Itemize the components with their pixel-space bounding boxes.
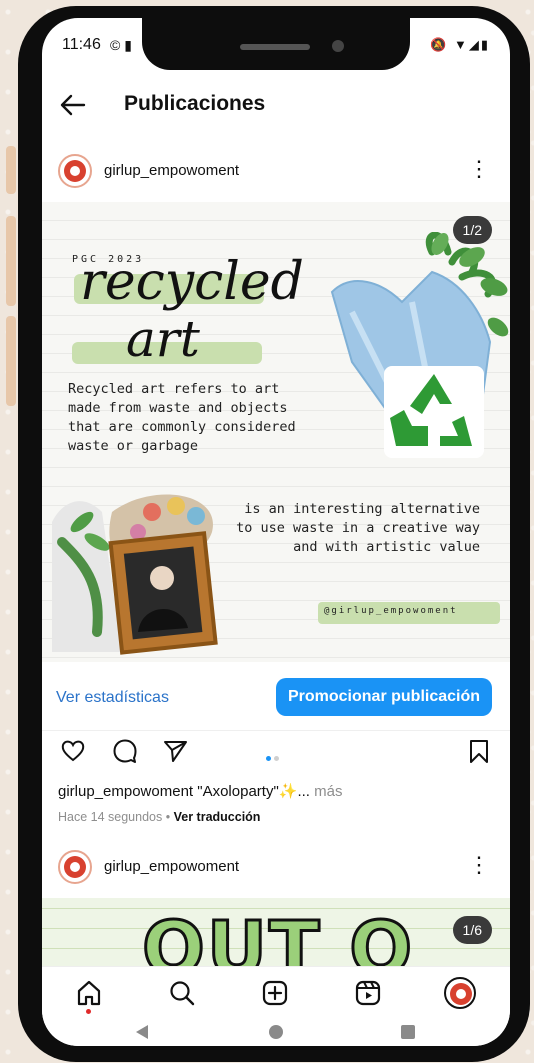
post-meta: Hace 14 segundos • Ver traducción: [58, 810, 260, 824]
create-icon[interactable]: [261, 979, 289, 1007]
screen: 11:46 © ▮ 🔕 ▼◢▮ Publicaciones girlup_emp…: [42, 18, 510, 1046]
share-icon[interactable]: [162, 738, 188, 764]
post-username[interactable]: girlup_empowoment: [104, 858, 239, 875]
image-title-line1: recycled: [80, 252, 304, 312]
recycle-icon: [384, 366, 484, 458]
view-stats-link[interactable]: Ver estadísticas: [56, 689, 169, 707]
art-collage-illustration: [52, 494, 218, 655]
speaker: [240, 44, 310, 50]
image-description: Recycled art refers to art made from was…: [68, 381, 296, 454]
carousel-dot: [274, 756, 279, 761]
status-left-icons: © ▮: [110, 37, 132, 53]
status-right-icons: 🔕 ▼◢▮: [430, 37, 490, 52]
caption-text: "Axoloparty"✨...: [197, 783, 310, 800]
caption-username[interactable]: girlup_empowoment: [58, 783, 193, 800]
more-icon[interactable]: ⋮: [468, 158, 490, 180]
image-title-line2: art: [126, 310, 200, 368]
home-icon[interactable]: [75, 979, 103, 1007]
side-button: [6, 216, 16, 306]
profile-icon[interactable]: [444, 977, 476, 1009]
system-nav-bar: [42, 1022, 510, 1046]
meta-separator: •: [165, 810, 171, 824]
post-caption[interactable]: girlup_empowoment "Axoloparty"✨... más: [58, 782, 342, 800]
page-title: Publicaciones: [124, 92, 266, 115]
side-button: [6, 316, 16, 406]
reels-icon[interactable]: [354, 979, 382, 1007]
translate-link[interactable]: Ver traducción: [174, 810, 261, 824]
bottom-tab-bar: [42, 966, 510, 1023]
app-bar: Publicaciones: [42, 80, 510, 130]
back-arrow-icon[interactable]: [58, 90, 88, 120]
carousel-dots: [266, 748, 282, 766]
post2-image-text: OUT O: [140, 905, 415, 971]
post-username[interactable]: girlup_empowoment: [104, 162, 239, 179]
more-icon[interactable]: ⋮: [468, 854, 490, 876]
search-icon[interactable]: [168, 979, 196, 1007]
post-time: Hace 14 segundos: [58, 810, 163, 824]
carousel-counter: 1/6: [452, 916, 492, 944]
image-handle: @girlup_empowoment: [324, 606, 458, 616]
caption-more[interactable]: más: [314, 783, 342, 800]
notification-dot: [86, 1009, 91, 1014]
nav-back-icon[interactable]: [134, 1024, 150, 1040]
avatar[interactable]: [58, 154, 92, 188]
camera: [332, 40, 344, 52]
nav-recents-icon[interactable]: [400, 1024, 416, 1040]
post-actions: [42, 730, 510, 774]
stats-row: Ver estadísticas Promocionar publicación: [42, 662, 510, 731]
post-header: girlup_empowoment ⋮: [42, 144, 510, 200]
post-image[interactable]: OUT O 1/6: [42, 898, 510, 970]
post-header: girlup_empowoment ⋮: [42, 840, 510, 896]
post-image[interactable]: 1/2 PGC 2023 recycled art Recycled art r…: [42, 202, 510, 662]
status-time: 11:46: [62, 36, 101, 53]
promote-button[interactable]: Promocionar publicación: [276, 678, 492, 716]
carousel-dot: [266, 756, 271, 761]
notch: [142, 18, 410, 70]
side-button: [6, 146, 16, 194]
bookmark-icon[interactable]: [466, 738, 492, 764]
image-description-2: is an interesting alternative to use was…: [236, 501, 480, 555]
heart-icon[interactable]: [60, 738, 86, 764]
nav-home-icon[interactable]: [268, 1024, 284, 1040]
comment-icon[interactable]: [112, 738, 138, 764]
avatar[interactable]: [58, 850, 92, 884]
